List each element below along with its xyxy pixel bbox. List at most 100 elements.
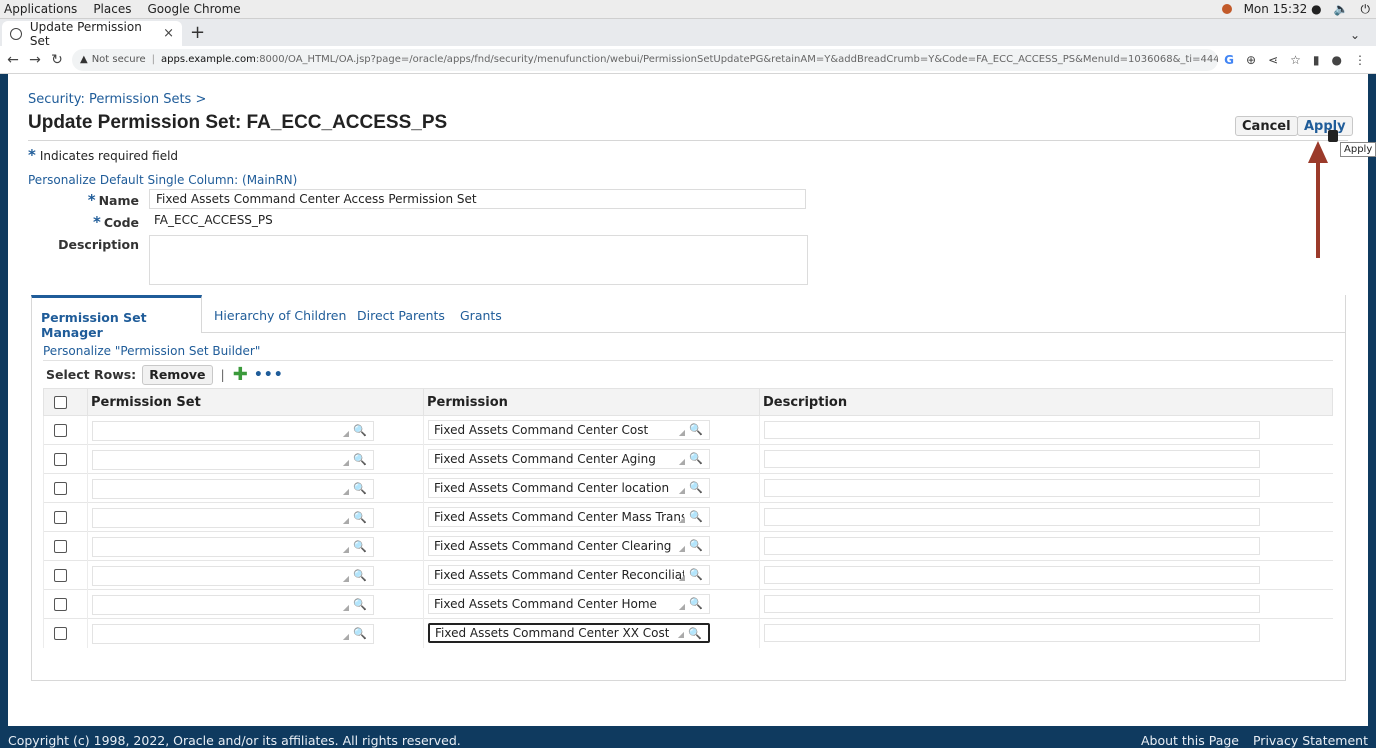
description-input[interactable] [764,595,1260,613]
search-icon[interactable]: 🔍 [689,568,703,581]
search-icon[interactable]: 🔍 [353,482,367,495]
back-icon[interactable]: ← [4,52,22,68]
required-asterisk-icon: * [28,146,36,164]
search-icon[interactable]: 🔍 [353,569,367,582]
apply-button[interactable]: Apply [1297,116,1353,136]
search-icon[interactable]: 🔍 [689,597,703,610]
row-checkbox[interactable] [54,598,67,611]
row-checkbox[interactable] [54,627,67,641]
search-icon[interactable]: 🔍 [689,510,703,523]
remove-button[interactable]: Remove [142,364,213,385]
search-icon[interactable]: 🔍 [353,540,367,553]
select-rows-toolbar: Select Rows: Remove | ✚ ••• [43,360,1333,388]
description-input[interactable] [764,624,1260,643]
row-checkbox[interactable] [54,424,67,437]
search-icon[interactable]: 🔍 [689,481,703,494]
search-icon[interactable]: 🔍 [689,452,703,465]
row-checkbox[interactable] [54,511,67,524]
tab-grants[interactable]: Grants [460,308,502,323]
select-rows-label: Select Rows: [46,367,137,382]
tab-direct-parents[interactable]: Direct Parents [357,308,445,323]
permission-input[interactable]: Fixed Assets Command Center Reconciliat ◢… [428,565,710,585]
plus-icon[interactable]: ✚ [233,364,248,385]
clock[interactable]: Mon 15:32 ● [1244,2,1322,16]
search-icon[interactable]: 🔍 [353,511,367,524]
permission-input[interactable]: Fixed Assets Command Center Cost ◢ 🔍 [428,420,710,440]
profile-icon[interactable]: ● [1332,53,1342,67]
permission-input[interactable]: Fixed Assets Command Center Home ◢ 🔍 [428,594,710,614]
description-input[interactable] [764,566,1260,584]
permission-set-input[interactable]: ◢ 🔍 [92,420,374,441]
reload-icon[interactable]: ↻ [48,52,66,68]
google-icon[interactable]: G [1224,53,1234,67]
code-label-text: Code [103,215,139,230]
places-menu[interactable]: Places [93,2,131,16]
permission-set-input[interactable]: ◢ 🔍 [92,507,374,528]
cancel-button[interactable]: Cancel [1235,116,1298,136]
permission-set-input[interactable]: ◢ 🔍 [92,623,374,644]
power-icon[interactable]: ⏻ [1361,2,1371,17]
search-icon[interactable]: 🔍 [689,423,703,436]
row-select-cell [43,415,88,445]
description-input[interactable] [764,537,1260,555]
about-page-link[interactable]: About this Page [1141,733,1239,748]
permission-set-cell: ◢ 🔍 [87,502,424,532]
toolbar-separator: | [220,367,225,382]
active-app-name[interactable]: Google Chrome [147,2,240,16]
permission-input[interactable]: Fixed Assets Command Center Mass Trans ◢ 🔍 [428,507,710,527]
zoom-icon[interactable]: ⊕ [1246,53,1256,67]
description-input[interactable] [764,450,1260,468]
permission-input[interactable]: Fixed Assets Command Center location ◢ 🔍 [428,478,710,498]
search-icon[interactable]: 🔍 [353,627,367,640]
breadcrumb[interactable]: Security: Permission Sets > [28,92,206,107]
applications-menu[interactable]: Applications [4,2,77,16]
tab-permission-set-manager[interactable]: Permission Set Manager [31,295,202,340]
row-checkbox[interactable] [54,453,67,466]
browser-menu-icon[interactable]: ⋮ [1354,53,1366,67]
search-icon[interactable]: 🔍 [353,453,367,466]
select-all-checkbox[interactable] [54,395,67,409]
volume-icon[interactable]: 🔈 [1334,2,1349,16]
tab-hierarchy-of-children[interactable]: Hierarchy of Children [214,308,346,323]
close-tab-icon[interactable]: × [163,26,174,41]
side-panel-icon[interactable]: ▮ [1313,53,1320,67]
tab-search-icon[interactable]: ⌄ [1350,28,1360,42]
row-checkbox[interactable] [54,569,67,582]
personalize-main-link[interactable]: Personalize Default Single Column: (Main… [28,173,297,187]
resize-handle-icon: ◢ [342,486,349,496]
permission-set-input[interactable]: ◢ 🔍 [92,478,374,499]
permission-set-input[interactable]: ◢ 🔍 [92,536,374,557]
name-field[interactable]: Fixed Assets Command Center Access Permi… [149,189,806,209]
search-icon[interactable]: 🔍 [353,424,367,437]
row-select-cell [43,589,88,619]
bookmark-star-icon[interactable]: ☆ [1290,53,1301,67]
privacy-statement-link[interactable]: Privacy Statement [1253,733,1368,748]
permission-cell: Fixed Assets Command Center Clearing ◢ 🔍 [423,531,760,561]
permission-set-input[interactable]: ◢ 🔍 [92,449,374,470]
row-select-cell [43,531,88,561]
permission-input[interactable]: Fixed Assets Command Center Clearing ◢ 🔍 [428,536,710,556]
permission-set-input[interactable]: ◢ 🔍 [92,594,374,615]
url-host: apps.example.com [161,54,256,65]
share-icon[interactable]: ⋖ [1268,53,1278,67]
row-checkbox[interactable] [54,540,67,553]
search-icon[interactable]: 🔍 [688,627,702,640]
description-input[interactable] [764,421,1260,439]
permission-input[interactable]: Fixed Assets Command Center XX Cost ◢ 🔍 [428,623,710,644]
forward-icon[interactable]: → [26,52,44,68]
search-icon[interactable]: 🔍 [353,598,367,611]
user-status-icon[interactable] [1221,4,1232,14]
description-input[interactable] [764,508,1260,526]
permission-set-input[interactable]: ◢ 🔍 [92,565,374,586]
new-tab-button[interactable]: + [190,22,205,43]
browser-tab[interactable]: Update Permission Set × [2,20,182,48]
search-icon[interactable]: 🔍 [689,539,703,552]
resize-handle-icon: ◢ [342,428,349,438]
permission-input[interactable]: Fixed Assets Command Center Aging ◢ 🔍 [428,449,710,469]
description-textarea[interactable] [149,235,808,285]
address-bar[interactable]: ▲ Not secure | apps.example.com :8000/OA… [72,48,1219,71]
personalize-builder-link[interactable]: Personalize "Permission Set Builder" [43,344,260,358]
more-icon[interactable]: ••• [254,367,284,383]
description-input[interactable] [764,479,1260,497]
row-checkbox[interactable] [54,482,67,495]
